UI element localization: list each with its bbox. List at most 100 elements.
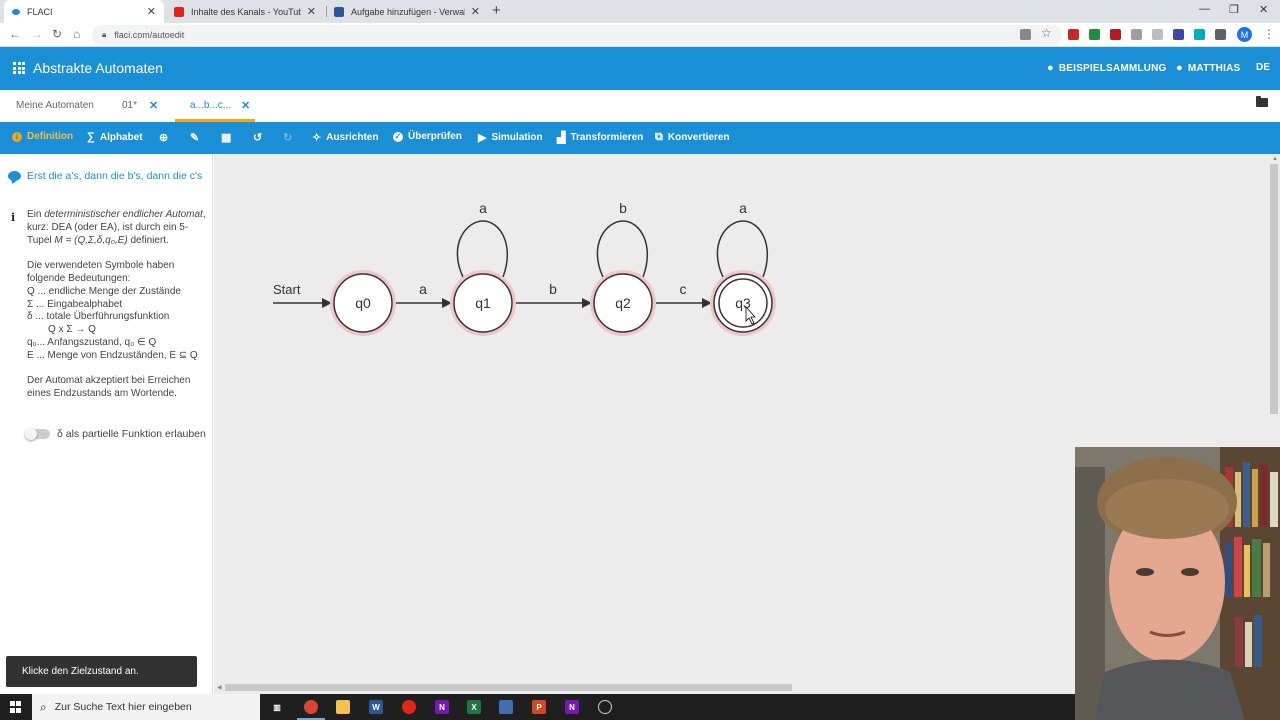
file-explorer-icon[interactable] xyxy=(336,700,350,714)
simulation-button[interactable]: ▶ Simulation xyxy=(478,131,543,144)
vertical-scrollbar[interactable] xyxy=(1270,164,1278,414)
puzzle-icon[interactable] xyxy=(1215,29,1226,40)
task-view-icon[interactable]: ▥ xyxy=(270,700,284,714)
tab-my-automata[interactable]: Meine Automaten xyxy=(16,100,94,111)
check-circle-icon: ✓ xyxy=(393,131,403,142)
star-icon[interactable]: ☆ xyxy=(1041,26,1052,40)
definition-button[interactable]: i Definition xyxy=(12,131,73,142)
onenote-icon[interactable]: N xyxy=(565,700,579,714)
close-icon[interactable]: ✕ xyxy=(147,5,156,18)
back-icon[interactable]: ← xyxy=(9,27,21,41)
browser-tab-youtube[interactable]: Inhalte des Kanals - YouTube Studio ✕ xyxy=(166,0,324,23)
undo-icon: ↺ xyxy=(253,132,263,144)
translate-icon[interactable] xyxy=(1020,29,1031,40)
browser-tab-flaci[interactable]: FLACI ✕ xyxy=(4,0,164,23)
powerpoint-icon[interactable]: P xyxy=(532,700,546,714)
extension-icon[interactable] xyxy=(1089,29,1100,40)
state-label: q0 xyxy=(355,295,371,311)
plus-circle-icon: ⊕ xyxy=(159,132,169,144)
address-bar: ← → ↻ ⌂ 🔒︎ flaci.com/autoedit ☆ M ⋮ xyxy=(0,23,1280,47)
extension-icon[interactable] xyxy=(1131,29,1142,40)
globe-icon: ● xyxy=(1047,62,1054,74)
profile-avatar[interactable]: M xyxy=(1237,27,1252,42)
partial-function-toggle[interactable] xyxy=(25,428,50,440)
user-icon: ● xyxy=(1176,62,1183,74)
check-button[interactable]: ✓ Überprüfen xyxy=(393,131,462,142)
play-icon: ▶ xyxy=(478,132,487,144)
comment-icon xyxy=(8,171,21,181)
automaton-description[interactable]: Erst die a's, dann die b's, dann die c's xyxy=(8,170,202,182)
scroll-up-icon[interactable]: ▲ xyxy=(1272,156,1278,162)
examples-button[interactable]: ● BEISPIELSAMMLUNG xyxy=(1047,62,1167,74)
definition-text: Ein deterministischer endlicher Automat,… xyxy=(27,209,206,400)
transition-label: b xyxy=(549,281,557,297)
extension-icon[interactable] xyxy=(1173,29,1184,40)
tab-01[interactable]: 01* xyxy=(122,100,137,111)
word-icon[interactable]: W xyxy=(369,700,383,714)
edit-transition-button[interactable]: ✎ xyxy=(190,131,204,144)
table-view-button[interactable]: ▦ xyxy=(221,131,236,144)
app-icon[interactable] xyxy=(499,700,513,714)
cloud-icon xyxy=(12,8,20,15)
redo-button[interactable]: ↻ xyxy=(283,131,297,144)
self-loop-q2[interactable] xyxy=(596,220,649,288)
new-tab-button[interactable]: + xyxy=(492,2,501,19)
obs-icon[interactable] xyxy=(598,700,612,714)
close-icon[interactable]: ✕ xyxy=(307,5,316,18)
transition-label: c xyxy=(680,281,687,297)
extension-icon[interactable] xyxy=(1194,29,1205,40)
external-link-icon: ⧉ xyxy=(655,131,663,143)
app-title: Abstrakte Automaten xyxy=(33,60,163,76)
undo-button[interactable]: ↺ xyxy=(253,131,267,144)
alphabet-button[interactable]: ∑ Alphabet xyxy=(87,131,143,143)
self-loop-q3[interactable] xyxy=(716,220,769,288)
state-q3[interactable]: q3 xyxy=(710,270,776,336)
tab-abc[interactable]: a...b...c... xyxy=(190,100,231,111)
opera-icon[interactable] xyxy=(402,700,416,714)
browser-tab-strip: FLACI ✕ Inhalte des Kanals - YouTube Stu… xyxy=(0,0,1280,23)
transform-button[interactable]: ▟ Transformieren xyxy=(557,131,643,144)
toast-message: Klicke den Zielzustand an. xyxy=(6,656,197,687)
add-state-button[interactable]: ⊕ xyxy=(159,131,173,144)
search-icon: ⌕ xyxy=(40,699,47,714)
pdf-extension-icon[interactable] xyxy=(1110,29,1121,40)
info-icon: i xyxy=(11,211,16,224)
window-close-icon[interactable]: ✕ xyxy=(1259,3,1268,16)
close-icon[interactable]: ✕ xyxy=(241,99,250,112)
chrome-icon[interactable] xyxy=(304,700,318,714)
document-tabs: Meine Automaten 01* ✕ a...b...c... ✕ xyxy=(0,90,1280,122)
forward-icon[interactable]: → xyxy=(31,27,43,41)
close-icon[interactable]: ✕ xyxy=(471,5,480,18)
close-icon[interactable]: ✕ xyxy=(149,99,158,112)
self-loop-q1[interactable] xyxy=(456,220,509,288)
url-input[interactable]: 🔒︎ flaci.com/autoedit xyxy=(92,25,1062,45)
windows-start-icon[interactable] xyxy=(10,701,22,713)
excel-icon[interactable]: X xyxy=(467,700,481,714)
apps-grid-icon[interactable] xyxy=(13,62,25,74)
reload-icon[interactable]: ↻ xyxy=(52,27,62,41)
magic-wand-icon: ✧ xyxy=(312,132,322,144)
home-icon[interactable]: ⌂ xyxy=(73,27,80,41)
onenote-icon[interactable]: N xyxy=(435,700,449,714)
minimize-icon[interactable]: — xyxy=(1199,3,1210,15)
state-q0[interactable]: q0 xyxy=(330,270,396,336)
transition-label: a xyxy=(479,200,487,216)
convert-button[interactable]: ⧉ Konvertieren xyxy=(655,131,730,144)
align-button[interactable]: ✧ Ausrichten xyxy=(312,131,378,144)
language-button[interactable]: DE xyxy=(1256,62,1270,73)
horizontal-scrollbar[interactable] xyxy=(225,684,792,691)
state-q2[interactable]: q2 xyxy=(590,270,656,336)
restore-icon[interactable]: ❐ xyxy=(1229,3,1239,16)
extension-icon[interactable] xyxy=(1068,29,1079,40)
extension-icon[interactable] xyxy=(1152,29,1163,40)
scroll-left-icon[interactable]: ◀ xyxy=(217,684,222,691)
user-menu-button[interactable]: ● MATTHIAS xyxy=(1176,62,1240,74)
taskbar-search-input[interactable]: ⌕ Zur Suche Text hier eingeben xyxy=(32,694,260,720)
menu-dots-icon[interactable]: ⋮ xyxy=(1263,27,1275,41)
transition-label: a xyxy=(739,200,747,216)
state-q1[interactable]: q1 xyxy=(450,270,516,336)
folder-open-icon[interactable] xyxy=(1256,96,1268,107)
bar-chart-icon: ▟ xyxy=(557,132,566,144)
browser-tab-aufgabe[interactable]: Aufgabe hinzufügen - Verwaltung ✕ xyxy=(326,0,488,23)
webcam-overlay xyxy=(1075,447,1280,720)
